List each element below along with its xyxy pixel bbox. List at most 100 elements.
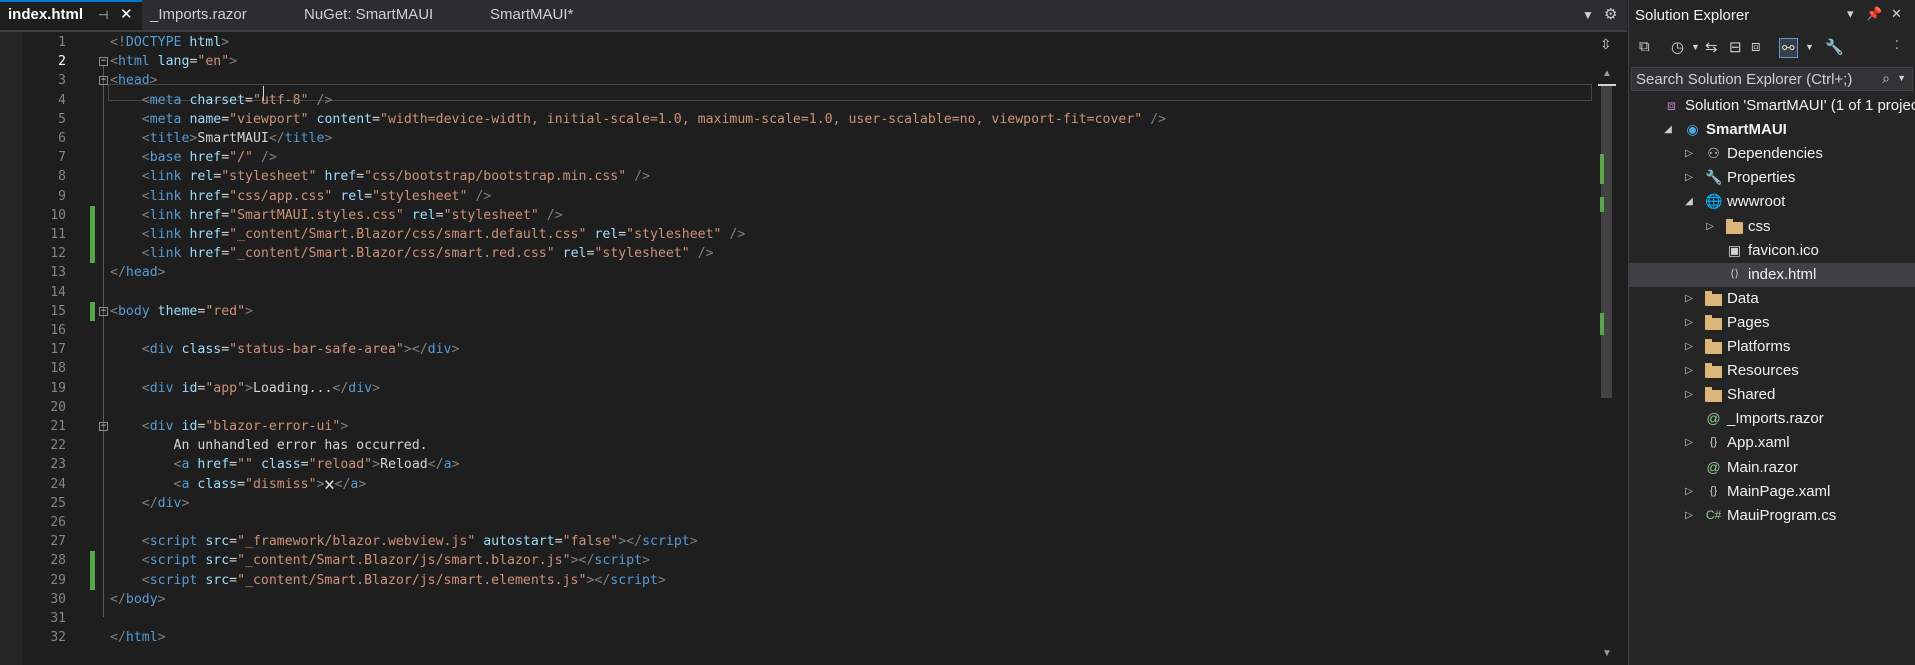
track-active-item-icon[interactable]: ⚯: [1779, 38, 1798, 58]
code-line[interactable]: <div id="app">Loading...</div>: [110, 379, 380, 398]
code-line[interactable]: <title>SmartMAUI</title>: [110, 129, 333, 148]
split-window-icon[interactable]: ⇳: [1600, 36, 1612, 53]
fold-toggle-icon[interactable]: −: [99, 76, 108, 86]
tab-index-html[interactable]: index.html ⊣ ✕: [0, 0, 142, 30]
code-line[interactable]: An unhandled error has occurred.: [110, 436, 428, 455]
tree-item[interactable]: ⧈ Solution 'SmartMAUI' (1 of 1 project): [1629, 94, 1915, 118]
code-line[interactable]: </body>: [110, 590, 166, 609]
window-position-chevron-icon[interactable]: ▾: [1847, 6, 1854, 22]
code-line[interactable]: <div id="blazor-error-ui">: [110, 417, 349, 436]
tree-item[interactable]: ▷ Data: [1629, 287, 1915, 311]
search-icon[interactable]: ⌕: [1882, 70, 1890, 87]
tree-item[interactable]: ▷ Pages: [1629, 311, 1915, 335]
tab-overflow-chevron-icon[interactable]: ▼: [1582, 0, 1594, 30]
code-line[interactable]: <base href="/" />: [110, 148, 277, 167]
collapse-all-icon[interactable]: ⊟: [1729, 38, 1742, 56]
tree-item[interactable]: ▷ 🔧 Properties: [1629, 166, 1915, 190]
show-all-files-icon[interactable]: ⧈: [1751, 38, 1761, 55]
code-line[interactable]: <meta charset="utf-8" />: [110, 91, 333, 110]
editor-vertical-scrollbar[interactable]: ⇳ ▲ ▼: [1596, 32, 1618, 665]
code-line[interactable]: <script src="_framework/blazor.webview.j…: [110, 532, 698, 551]
tree-item[interactable]: ▣ favicon.ico: [1629, 239, 1915, 263]
tree-item[interactable]: ▷ {} MainPage.xaml: [1629, 480, 1915, 504]
scrollbar-thumb[interactable]: [1601, 84, 1612, 398]
code-line[interactable]: </head>: [110, 263, 166, 282]
code-area[interactable]: 1 <!DOCTYPE html> 2 <html lang="en"> 3 <head>…: [0, 32, 1600, 665]
tree-item[interactable]: @ Main.razor: [1629, 456, 1915, 480]
tree-item[interactable]: ▷ Shared: [1629, 383, 1915, 407]
scroll-down-icon[interactable]: ▼: [1602, 648, 1612, 659]
code-line[interactable]: </div>: [110, 494, 190, 513]
code-line[interactable]: </html>: [110, 628, 166, 647]
tree-item[interactable]: ▷ C# MauiProgram.cs: [1629, 504, 1915, 528]
chevron-down-icon[interactable]: ▼: [1805, 42, 1814, 52]
tree-item[interactable]: ▷ Platforms: [1629, 335, 1915, 359]
expand-arrow-icon[interactable]: ▷: [1683, 287, 1695, 311]
code-line[interactable]: <a href="" class="reload">Reload</a>: [110, 455, 460, 474]
expand-arrow-icon[interactable]: ▷: [1704, 215, 1716, 239]
expand-arrow-icon[interactable]: ▷: [1683, 311, 1695, 335]
close-icon[interactable]: ✕: [1891, 6, 1902, 22]
tree-item[interactable]: ▷ {} App.xaml: [1629, 431, 1915, 455]
code-line[interactable]: <link href="_content/Smart.Blazor/css/sm…: [110, 225, 746, 244]
code-line[interactable]: <script src="_content/Smart.Blazor/js/sm…: [110, 551, 650, 570]
code-line[interactable]: <script src="_content/Smart.Blazor/js/sm…: [110, 571, 666, 590]
code-line[interactable]: <!DOCTYPE html>: [110, 33, 229, 52]
chevron-down-icon[interactable]: ▼: [1897, 73, 1906, 83]
code-line[interactable]: <link rel="stylesheet" href="css/bootstr…: [110, 167, 650, 186]
code-line[interactable]: <head>: [110, 71, 158, 90]
line-number: 8: [58, 169, 66, 185]
pin-icon[interactable]: ⊣: [98, 2, 108, 28]
pending-changes-icon[interactable]: ◷: [1671, 38, 1684, 56]
fold-toggle-icon[interactable]: −: [99, 57, 108, 67]
fold-toggle-icon[interactable]: −: [99, 306, 108, 316]
overflow-icon[interactable]: ⁚: [1895, 38, 1899, 52]
code-token: />: [546, 207, 563, 223]
code-line[interactable]: <body theme="red">: [110, 302, 253, 321]
tree-item[interactable]: @ _Imports.razor: [1629, 407, 1915, 431]
expand-arrow-icon[interactable]: ▷: [1683, 480, 1695, 504]
collapse-arrow-icon[interactable]: ◢: [1662, 118, 1674, 142]
code-line[interactable]: <html lang="en">: [110, 52, 237, 71]
code-line[interactable]: <a class="dismiss">🗙</a>: [110, 475, 367, 494]
expand-arrow-icon[interactable]: ▷: [1683, 142, 1695, 166]
tab-nuget[interactable]: NuGet: SmartMAUI: [296, 0, 482, 30]
wrench-icon[interactable]: 🔧: [1825, 38, 1844, 56]
collapse-arrow-icon[interactable]: ◢: [1683, 190, 1695, 214]
fold-toggle-icon[interactable]: −: [99, 422, 108, 431]
scroll-up-icon[interactable]: ▲: [1602, 68, 1612, 79]
gear-icon[interactable]: ⚙: [1604, 0, 1617, 30]
search-input[interactable]: [1636, 70, 1866, 88]
code-token: head: [117, 73, 150, 89]
pin-icon[interactable]: 📌: [1866, 6, 1882, 22]
tab-smartmaui[interactable]: SmartMAUI*: [482, 0, 632, 30]
code-line[interactable]: <link href="css/app.css" rel="stylesheet…: [110, 187, 491, 206]
code-token: Loading...: [253, 380, 333, 396]
expand-arrow-icon[interactable]: ▷: [1683, 166, 1695, 190]
code-line[interactable]: <div class="status-bar-safe-area"></div>: [110, 340, 460, 359]
switch-views-icon[interactable]: ⧉: [1639, 38, 1650, 55]
tree-item[interactable]: ◢ 🌐 wwwroot: [1629, 190, 1915, 214]
expand-arrow-icon[interactable]: ▷: [1683, 383, 1695, 407]
tree-item[interactable]: ▷ Resources: [1629, 359, 1915, 383]
code-line[interactable]: <link href="SmartMAUI.styles.css" rel="s…: [110, 206, 563, 225]
chevron-down-icon[interactable]: ▼: [1691, 42, 1700, 52]
tree-item[interactable]: ◢ ◉ SmartMAUI: [1629, 118, 1915, 142]
code-line[interactable]: <meta name="viewport" content="width=dev…: [110, 110, 1166, 129]
sync-icon[interactable]: ⇆: [1705, 38, 1718, 56]
code-token: >: [157, 265, 166, 281]
tree-item[interactable]: ⟨⟩ index.html: [1629, 262, 1915, 287]
fold-guide-line: [103, 431, 104, 502]
code-line[interactable]: <link href="_content/Smart.Blazor/css/sm…: [110, 244, 714, 263]
code-editor[interactable]: index.html ⊣ ✕ _Imports.razor NuGet: Sma…: [0, 0, 1627, 665]
expand-arrow-icon[interactable]: ▷: [1683, 431, 1695, 455]
expand-arrow-icon[interactable]: ▷: [1683, 504, 1695, 528]
tree-item[interactable]: ▷ css: [1629, 215, 1915, 239]
solution-search-box[interactable]: ⌕ ▼: [1631, 67, 1913, 91]
close-icon[interactable]: ✕: [120, 2, 133, 28]
code-token: "width=device-width, initial-scale=1.0, …: [380, 111, 1143, 127]
expand-arrow-icon[interactable]: ▷: [1683, 359, 1695, 383]
expand-arrow-icon[interactable]: ▷: [1683, 335, 1695, 359]
tree-item[interactable]: ▷ ⚇ Dependencies: [1629, 142, 1915, 166]
tab-imports-razor[interactable]: _Imports.razor: [142, 0, 296, 30]
